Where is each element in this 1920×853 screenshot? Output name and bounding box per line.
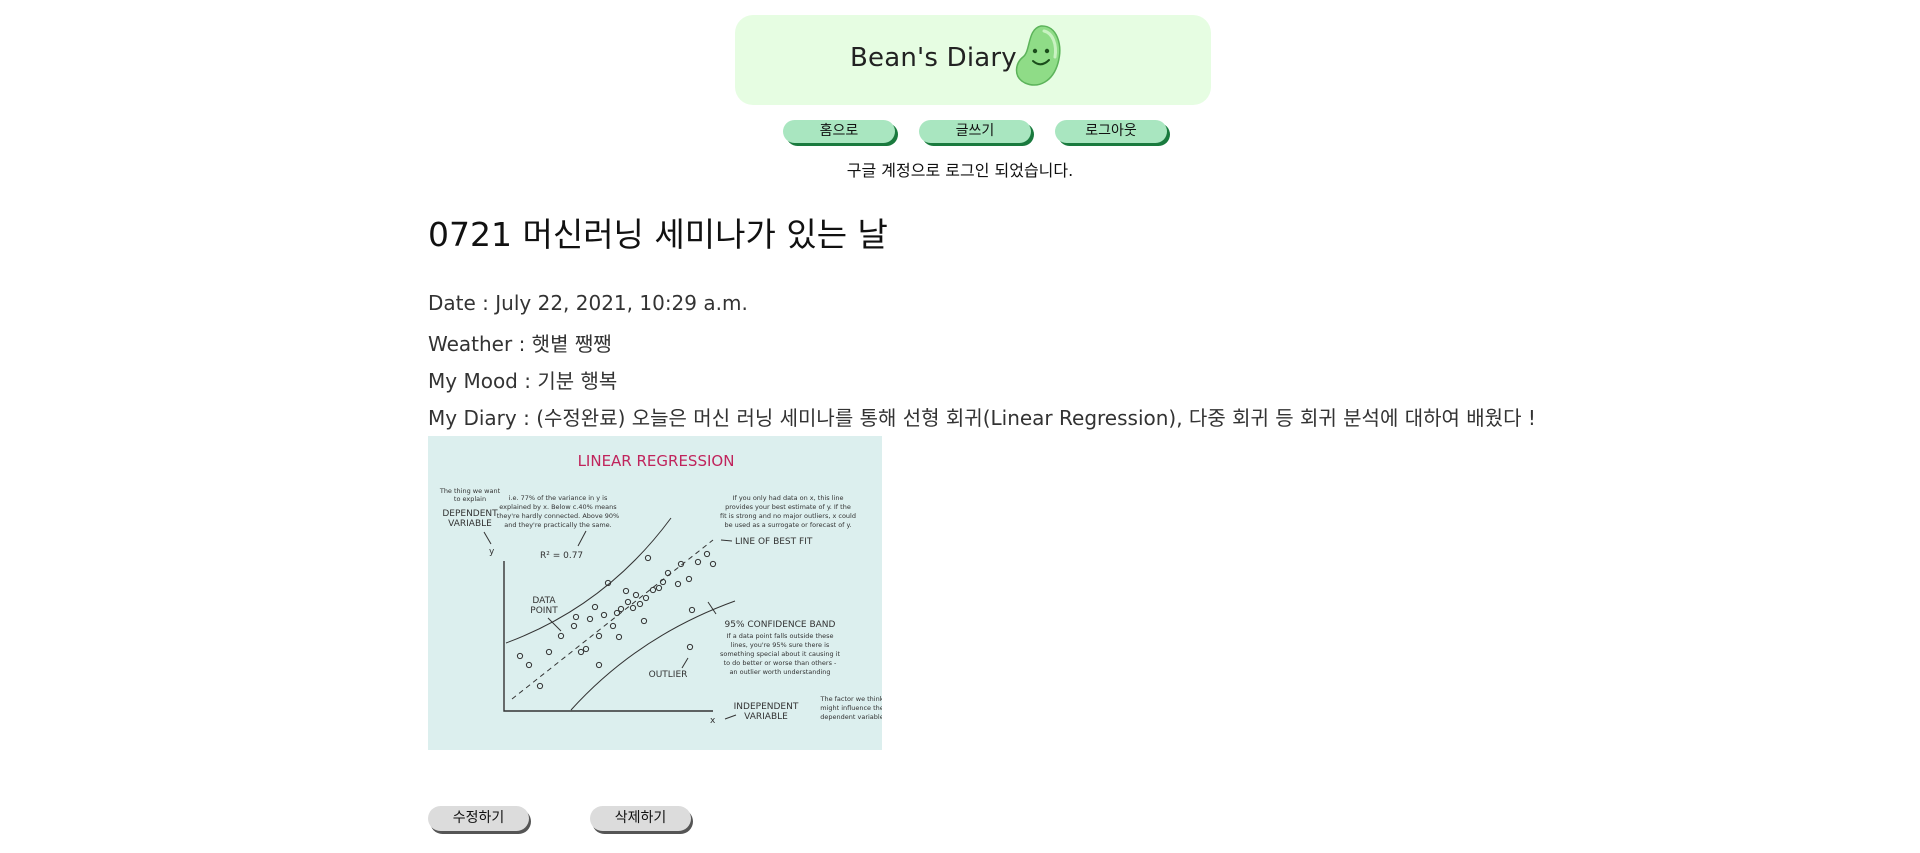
band-label: 95% CONFIDENCE BAND	[725, 620, 836, 630]
y-axis-label: y	[489, 547, 495, 557]
linear-regression-image: LINEAR REGRESSION The thing we want to e…	[428, 436, 882, 750]
ind-var-1: INDEPENDENT	[734, 702, 799, 712]
bean-smiley-icon	[1015, 25, 1061, 86]
fit-note-2: provides your best estimate of y. If the	[725, 503, 851, 511]
band-note-3: something special about it causing it	[720, 650, 840, 658]
r2-value: R² = 0.77	[540, 551, 583, 561]
ind-note-2: might influence the	[820, 704, 882, 712]
r2-note-4: and they're practically the same.	[504, 521, 611, 529]
post-weather: Weather : 햇볕 쨍쨍	[428, 328, 612, 357]
figure-title: LINEAR REGRESSION	[578, 452, 735, 470]
edit-button[interactable]: 수정하기	[428, 806, 529, 831]
date-label: Date :	[428, 291, 496, 315]
x-axis-label: x	[710, 716, 716, 726]
dep-var-1: DEPENDENT	[442, 509, 498, 519]
mood-label: My Mood :	[428, 369, 538, 393]
fit-label: LINE OF BEST FIT	[735, 537, 813, 547]
band-note-1: If a data point falls outside these	[726, 632, 833, 640]
login-status: 구글 계정으로 로그인 되었습니다.	[846, 161, 1074, 180]
band-note-5: an outlier worth understanding	[729, 668, 830, 676]
r2-note-1: i.e. 77% of the variance in y is	[509, 494, 608, 502]
post-title: 0721 머신러닝 세미나가 있는 날	[428, 215, 888, 254]
post-diary: My Diary : (수정완료) 오늘은 머신 러닝 세미나를 통해 선형 회…	[428, 402, 1536, 431]
site-title: Bean's Diary	[850, 43, 1017, 73]
home-button[interactable]: 홈으로	[783, 120, 895, 143]
weather-value: 햇볕 쨍쨍	[531, 332, 612, 356]
logout-button[interactable]: 로그아웃	[1055, 120, 1167, 143]
r2-note-2: explained by x. Below c.40% means	[499, 503, 617, 511]
outlier-label: OUTLIER	[649, 670, 688, 680]
data-point-label-1: DATA	[532, 596, 556, 606]
linear-regression-illustration: LINEAR REGRESSION The thing we want to e…	[439, 452, 882, 726]
dep-note-2: to explain	[454, 495, 486, 503]
ind-note-1: The factor we think	[819, 695, 882, 703]
band-note-4: to do better or worse than others -	[724, 659, 837, 667]
fit-note-1: If you only had data on x, this line	[733, 494, 844, 502]
post-mood: My Mood : 기분 행복	[428, 365, 617, 394]
ind-var-2: VARIABLE	[744, 712, 788, 722]
mood-value: 기분 행복	[537, 369, 618, 393]
dep-var-2: VARIABLE	[448, 519, 492, 529]
date-value: July 22, 2021, 10:29 a.m.	[495, 291, 748, 315]
data-point-label-2: POINT	[530, 606, 558, 616]
site-header: Bean's Diary	[735, 15, 1211, 105]
ind-note-3: dependent variable	[820, 713, 882, 721]
fit-note-4: be used as a surrogate or forecast of y.	[724, 521, 851, 529]
diary-text: (수정완료) 오늘은 머신 러닝 세미나를 통해 선형 회귀(Linear Re…	[536, 406, 1536, 430]
post-date: Date : July 22, 2021, 10:29 a.m.	[428, 291, 748, 315]
r2-note-3: they're hardly connected. Above 90%	[497, 512, 619, 520]
write-button[interactable]: 글쓰기	[919, 120, 1031, 143]
delete-button[interactable]: 삭제하기	[590, 806, 691, 831]
diary-label: My Diary :	[428, 406, 537, 430]
band-note-2: lines, you're 95% sure there is	[731, 641, 830, 649]
dep-note-1: The thing we want	[439, 487, 501, 495]
fit-note-3: fit is strong and no major outliers, x c…	[720, 512, 856, 520]
weather-label: Weather :	[428, 332, 532, 356]
